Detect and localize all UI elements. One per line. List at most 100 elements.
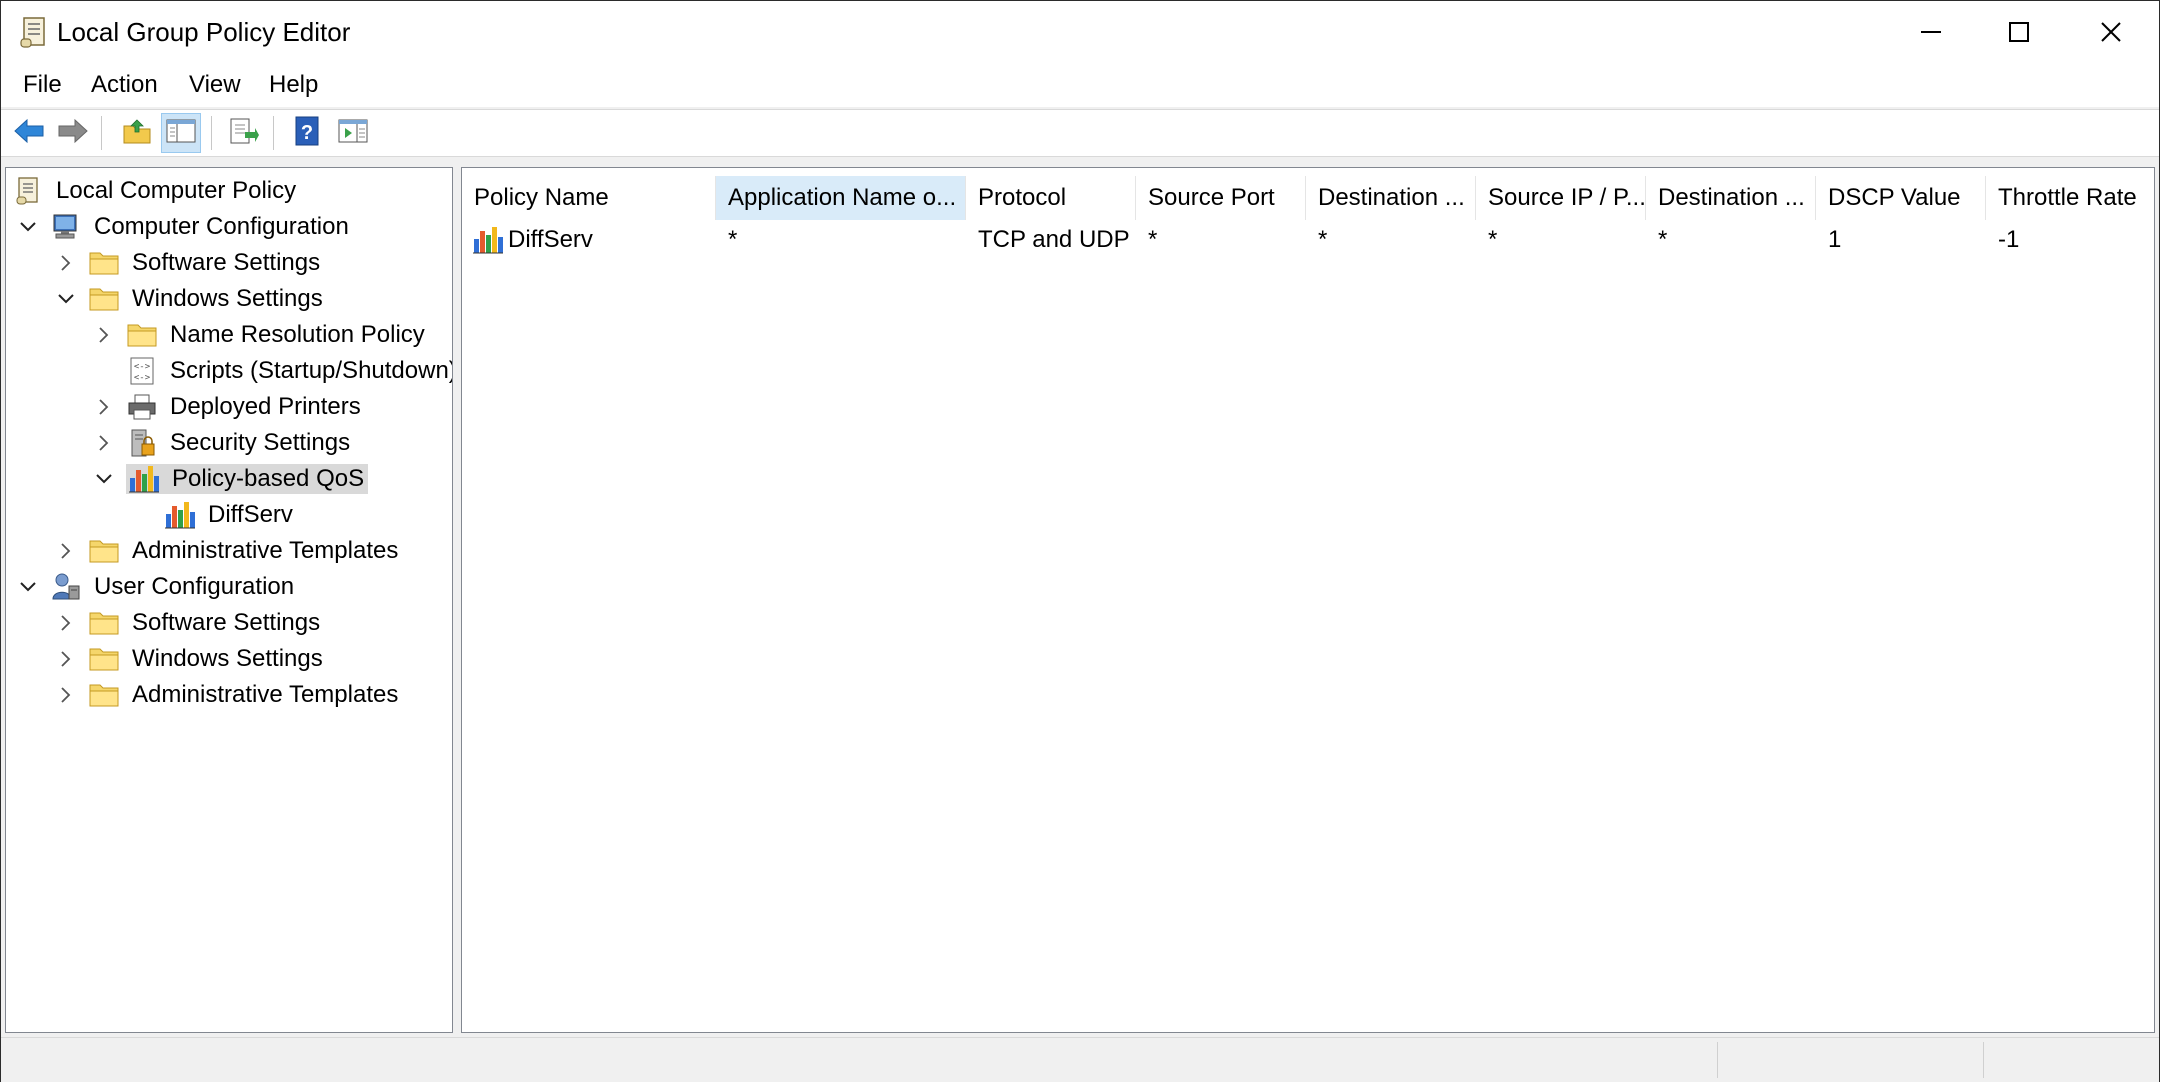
show-hide-tree-button[interactable] [161,113,201,153]
chevron-right-icon[interactable] [54,539,78,563]
tree-item-deployed-printers[interactable]: Deployed Printers [92,390,365,424]
help-button[interactable]: ? [287,113,327,153]
qos-chart-icon [128,464,160,494]
maximize-button[interactable] [1973,1,2065,63]
menu-action[interactable]: Action [87,69,162,101]
title-bar[interactable]: Local Group Policy Editor [1,1,2159,63]
forward-arrow-icon [57,117,89,150]
chevron-down-icon[interactable] [92,467,116,491]
chevron-down-icon[interactable] [54,287,78,311]
script-icon: <-> <-> [126,356,158,386]
tree-item-windows-settings[interactable]: Windows Settings [54,282,327,316]
folder-icon [88,680,120,710]
tree-item-label: Scripts (Startup/Shutdown) [170,357,453,384]
export-list-icon [227,116,259,151]
tree-item-diffserv[interactable]: DiffServ [130,498,297,532]
tree-item-software-settings[interactable]: Software Settings [54,246,324,280]
chevron-right-icon[interactable] [54,251,78,275]
chevron-down-icon[interactable] [16,215,40,239]
chevron-right-icon[interactable] [54,611,78,635]
column-header-policy-name[interactable]: Policy Name [462,176,716,220]
up-one-level-button[interactable] [117,113,157,153]
tree-item-label: Name Resolution Policy [170,321,425,348]
tree-item-user-administrative-templates[interactable]: Administrative Templates [54,678,402,712]
up-folder-icon [121,116,153,151]
column-header-source-port[interactable]: Source Port [1136,176,1306,220]
console-tree[interactable]: Local Computer Policy Computer Configura… [5,167,453,1033]
tree-item-administrative-templates[interactable]: Administrative Templates [54,534,402,568]
folder-icon [88,608,120,638]
tree-item-security-settings[interactable]: Security Settings [92,426,354,460]
column-header-application-name[interactable]: Application Name o... [716,176,966,220]
menu-file[interactable]: File [19,69,66,101]
tree-item-label: User Configuration [94,573,295,600]
cell-source-ip: * [1488,226,1498,253]
policy-scroll-icon [19,15,49,49]
chevron-right-icon[interactable] [54,683,78,707]
window-title: Local Group Policy Editor [57,17,351,47]
svg-text:<->: <-> [134,373,151,383]
policy-name-text: DiffServ [508,226,593,253]
column-header-destination-ip[interactable]: Destination ... [1646,176,1816,220]
tree-item-computer-configuration[interactable]: Computer Configuration [16,210,353,244]
chevron-right-icon[interactable] [54,647,78,671]
policy-scroll-icon [12,176,44,206]
show-hide-tree-icon [165,117,197,150]
show-hide-action-pane-button[interactable] [333,113,373,153]
forward-button[interactable] [53,113,93,153]
minimize-icon [1920,21,1942,43]
minimize-button[interactable] [1885,1,1977,63]
help-icon: ? [293,115,321,152]
chevron-down-icon[interactable] [16,575,40,599]
tree-item-label: Computer Configuration [94,213,349,240]
back-button[interactable] [9,113,49,153]
chevron-right-icon[interactable] [92,323,116,347]
tree-item-label: Windows Settings [132,645,323,672]
export-list-button[interactable] [223,113,263,153]
back-arrow-icon [13,117,45,150]
tree-item-label: Software Settings [132,249,321,276]
toolbar-separator [273,116,274,150]
cell-destination-ip: * [1658,226,1668,253]
svg-text:?: ? [301,122,313,144]
column-header-source-ip[interactable]: Source IP / P... [1476,176,1646,220]
tree-item-label: Deployed Printers [170,393,361,420]
folder-icon [126,320,158,350]
list-header: Policy Name Application Name o... Protoc… [462,176,2154,220]
folder-icon [88,536,120,566]
menu-bar: File Action View Help [1,63,2159,107]
toolbar-separator [101,116,102,150]
column-header-dscp-value[interactable]: DSCP Value [1816,176,1986,220]
tree-item-local-computer-policy[interactable]: Local Computer Policy [12,174,300,208]
toolbar: ? [1,109,2159,157]
table-row[interactable]: DiffServ * TCP and UDP * * * * 1 -1 [462,222,2154,258]
tree-item-user-windows-settings[interactable]: Windows Settings [54,642,327,676]
svg-text:<->: <-> [134,362,151,372]
tree-item-name-resolution-policy[interactable]: Name Resolution Policy [92,318,429,352]
menu-view[interactable]: View [185,69,245,101]
tree-item-policy-based-qos[interactable]: Policy-based QoS [92,462,369,496]
folder-icon [88,284,120,314]
cell-throttle-rate: -1 [1998,226,2020,253]
menu-help[interactable]: Help [265,69,322,101]
column-header-throttle-rate[interactable]: Throttle Rate [1986,176,2154,220]
chevron-right-icon[interactable] [92,395,116,419]
details-list[interactable]: Policy Name Application Name o... Protoc… [461,167,2155,1033]
cell-policy-name: DiffServ [462,222,716,258]
tree-item-label: Windows Settings [132,285,323,312]
tree-item-user-configuration[interactable]: User Configuration [16,570,298,604]
folder-icon [88,644,120,674]
tree-item-label: Security Settings [170,429,351,456]
cell-source-port: * [1148,226,1158,253]
column-header-destination-port[interactable]: Destination ... [1306,176,1476,220]
security-icon [126,428,158,458]
tree-item-scripts[interactable]: <-> <-> Scripts (Startup/Shutdown) [92,354,453,388]
cell-destination-port: * [1318,226,1328,253]
tree-item-label: Administrative Templates [132,681,399,708]
toolbar-separator [211,116,212,150]
close-button[interactable] [2065,1,2157,63]
status-bar [1,1037,2159,1082]
tree-item-user-software-settings[interactable]: Software Settings [54,606,324,640]
chevron-right-icon[interactable] [92,431,116,455]
column-header-protocol[interactable]: Protocol [966,176,1136,220]
